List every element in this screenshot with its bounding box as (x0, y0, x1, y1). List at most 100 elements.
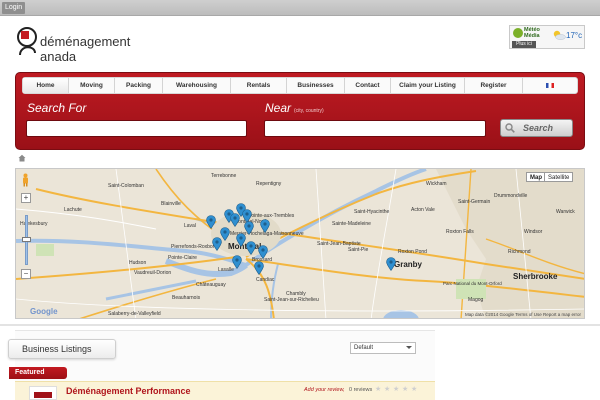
map-type-map-button[interactable]: Map (526, 172, 546, 182)
star-icon[interactable]: ★ (411, 386, 419, 393)
map-label-saint-jean: Saint-Jean-sur-Richelieu (264, 297, 319, 303)
star-icon[interactable]: ★ (402, 386, 410, 393)
nav-item-businesses[interactable]: Businesses (287, 78, 345, 93)
nav-item-rentals[interactable]: Rentals (231, 78, 287, 93)
google-logo: Google (30, 307, 58, 316)
map-marker-icon[interactable] (206, 215, 216, 229)
map-label-hudson: Hudson (129, 260, 147, 266)
street-view-pegman-icon[interactable] (21, 173, 30, 187)
zoom-in-button[interactable]: + (21, 193, 31, 203)
map-label-beauharnois: Beauharnois (172, 295, 201, 301)
map-label-laval: Laval (184, 223, 196, 229)
nav-item-home[interactable]: Home (23, 78, 69, 93)
map-label-chateauguay: Châteauguay (196, 282, 226, 288)
logo-line-2: anada (40, 49, 77, 64)
map-label-pointe-claire: Pointe-Claire (168, 255, 197, 261)
map-label-valleyfield: Salaberry-de-Valleyfield (108, 311, 161, 317)
sort-select[interactable]: Default (350, 342, 416, 354)
map-label-saint-germain: Saint-Germain (458, 199, 491, 205)
logo-mark-icon (17, 27, 37, 56)
near-label: Near (city, country) (265, 101, 324, 115)
map-marker-icon[interactable] (212, 237, 222, 251)
nav-item-contact[interactable]: Contact (345, 78, 391, 93)
magnifier-icon (505, 123, 515, 133)
map-label-warwick: Warwick (556, 209, 575, 215)
map-marker-icon[interactable] (246, 241, 256, 255)
map-label-lachute: Lachute (64, 207, 82, 213)
map-label-blainville: Blainville (161, 201, 181, 207)
section-divider (0, 324, 600, 326)
map-label-magog: Magog (468, 297, 484, 303)
map-label-roxton-pond: Roxton Pond (398, 249, 427, 255)
map-label-windsor: Windsor (524, 229, 543, 235)
map-marker-icon[interactable] (254, 261, 264, 275)
weather-more-link[interactable]: Plus ici (512, 41, 536, 48)
map-label-vaudreuil: Vaudreuil-Dorion (134, 270, 172, 276)
map-marker-icon[interactable] (232, 255, 242, 269)
star-icon[interactable]: ★ (375, 386, 383, 393)
map-label-terrebonne: Terrebonne (211, 173, 237, 179)
map-label-granby: Granby (394, 260, 423, 269)
search-button[interactable]: Search (500, 119, 573, 137)
meteo-logo-icon (513, 28, 523, 38)
logo-line-1: déménagement (40, 34, 131, 49)
home-icon[interactable] (18, 154, 26, 162)
weather-brand: Météo Média (524, 27, 540, 39)
nav-item-language[interactable] (523, 78, 577, 93)
listing-thumbnail[interactable] (29, 386, 57, 400)
star-icon[interactable]: ★ (393, 386, 401, 393)
site-logo[interactable]: déménagement anada (17, 25, 147, 65)
french-flag-icon (546, 82, 554, 88)
sort-select-value: Default (354, 345, 374, 351)
review-count: 0 reviews (349, 387, 373, 393)
map-label-drummondville: Drummondville (494, 193, 528, 199)
zoom-out-button[interactable]: − (21, 269, 31, 279)
map-footer-attribution[interactable]: Map data ©2014 Google Terms of Use Repor… (465, 312, 581, 317)
nav-item-claim-listing[interactable]: Claim your Listing (391, 78, 465, 93)
map[interactable]: Saint-Colomban Terrebonne Repentigny Bla… (15, 168, 585, 319)
near-hint: (city, country) (294, 108, 324, 114)
search-for-label: Search For (27, 101, 87, 115)
map-label-pierrefonds: Pierrefonds-Roxboro (171, 244, 218, 250)
map-label-candiac: Candiac (256, 277, 275, 283)
map-label-sherbrooke: Sherbrooke (513, 272, 558, 281)
map-label-wickham: Wickham (426, 181, 447, 187)
search-button-label: Search (523, 123, 554, 133)
nav-item-moving[interactable]: Moving (69, 78, 115, 93)
map-label-roxton-falls: Roxton Falls (446, 229, 474, 235)
add-review-link[interactable]: Add your review, (304, 387, 345, 393)
search-for-input[interactable] (26, 120, 247, 137)
sun-cloud-icon (553, 30, 566, 40)
business-listings-tab[interactable]: Business Listings (8, 339, 116, 359)
map-label-parc-national: Parc National du Mont-Orford (443, 281, 502, 286)
map-label-repentigny: Repentigny (256, 181, 282, 187)
top-bar: Login (0, 0, 600, 16)
nav-item-packing[interactable]: Packing (115, 78, 163, 93)
map-marker-icon[interactable] (386, 257, 396, 271)
nav-item-register[interactable]: Register (465, 78, 523, 93)
chevron-down-icon (406, 346, 412, 349)
search-panel: Home Moving Packing Warehousing Rentals … (15, 72, 585, 150)
weather-widget[interactable]: Météo Média Plus ici 17°c (509, 25, 585, 49)
main-nav: Home Moving Packing Warehousing Rentals … (22, 77, 578, 94)
map-label-richmond: Richmond (508, 249, 531, 255)
featured-ribbon: Featured (9, 367, 67, 379)
map-marker-icon[interactable] (260, 219, 270, 233)
nav-item-warehousing[interactable]: Warehousing (163, 78, 231, 93)
map-marker-icon[interactable] (258, 245, 268, 259)
map-label-saint-pie: Saint-Pie (348, 247, 369, 253)
zoom-slider-handle[interactable] (22, 237, 31, 242)
map-label-saint-hyacinthe: Saint-Hyacinthe (354, 209, 390, 215)
map-label-sainte-madeleine: Sainte-Madeleine (332, 221, 371, 227)
star-rating[interactable]: ★ ★ ★ ★ ★ (375, 386, 419, 393)
map-type-satellite-button[interactable]: Satellite (544, 172, 574, 182)
map-marker-icon[interactable] (230, 213, 240, 227)
map-marker-icon[interactable] (236, 233, 246, 247)
map-label-saint-colomban: Saint-Colomban (108, 183, 144, 189)
star-icon[interactable]: ★ (384, 386, 392, 393)
map-label-acton-vale: Acton Vale (411, 207, 435, 213)
listing-title[interactable]: Déménagement Performance (66, 386, 191, 396)
near-input[interactable] (264, 120, 486, 137)
login-link[interactable]: Login (2, 2, 26, 14)
weather-temperature: 17°c (566, 31, 583, 40)
